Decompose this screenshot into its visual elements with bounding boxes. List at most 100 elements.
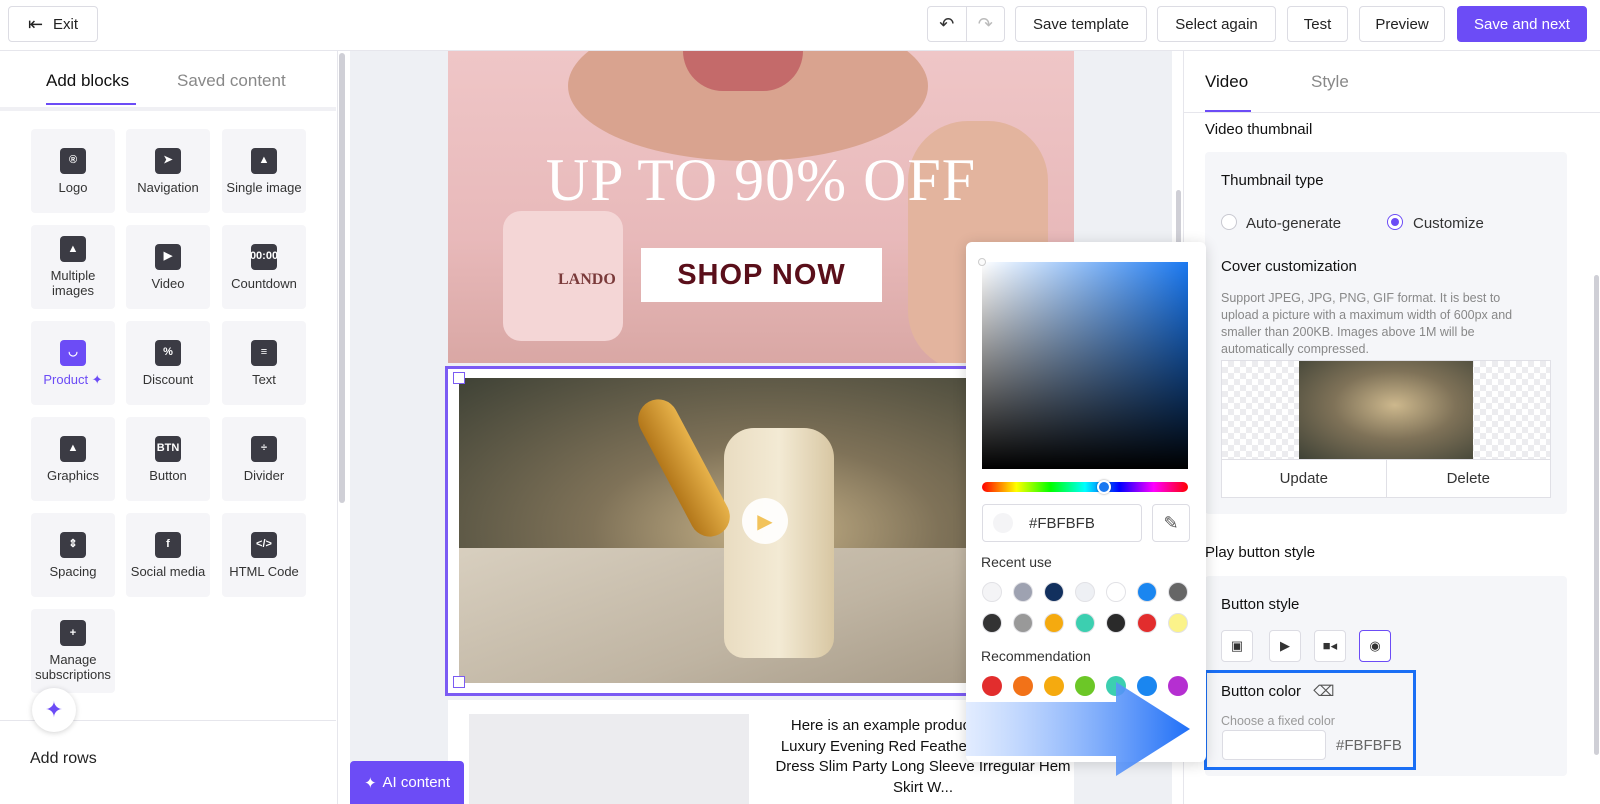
block-logo[interactable]: ® Logo bbox=[31, 129, 115, 213]
save-and-next-button[interactable]: Save and next bbox=[1457, 6, 1587, 42]
saturation-value-area[interactable] bbox=[982, 262, 1188, 469]
block-button[interactable]: BTN Button bbox=[126, 417, 210, 501]
block-label: Divider bbox=[243, 467, 285, 483]
recent-color-swatch[interactable] bbox=[1075, 582, 1095, 602]
recent-color-swatch[interactable] bbox=[1106, 613, 1126, 633]
block-html-code[interactable]: </> HTML Code bbox=[222, 513, 306, 597]
graphics-icon: ▲ bbox=[60, 435, 86, 462]
social-media-icon: f bbox=[155, 531, 181, 558]
recent-color-swatch[interactable] bbox=[1044, 613, 1064, 633]
block-label: Text bbox=[252, 371, 276, 387]
auto-generate-label[interactable]: Auto-generate bbox=[1246, 215, 1341, 232]
button-icon: BTN bbox=[155, 435, 181, 462]
ai-content-label: AI content bbox=[382, 774, 451, 791]
block-discount-tag[interactable]: % Discount bbox=[126, 321, 210, 405]
hex-value: #FBFBFB bbox=[1029, 514, 1095, 532]
block-label: Product ✦ bbox=[43, 371, 103, 387]
block-image[interactable]: ▲ Single image bbox=[222, 129, 306, 213]
product-image[interactable] bbox=[469, 714, 749, 804]
marble-surface bbox=[459, 548, 971, 683]
saturation-cursor[interactable] bbox=[978, 258, 986, 266]
save-template-button[interactable]: Save template bbox=[1015, 6, 1147, 42]
right-scrollbar[interactable] bbox=[1594, 275, 1599, 755]
triangle-play-icon[interactable]: ▶ bbox=[1269, 630, 1301, 662]
recent-color-swatch[interactable] bbox=[1168, 613, 1188, 633]
active-tab-indicator bbox=[1205, 110, 1251, 112]
block-label: Countdown bbox=[231, 275, 297, 291]
shop-now-button[interactable]: SHOP NOW bbox=[641, 248, 882, 302]
delete-button[interactable]: Delete bbox=[1385, 460, 1551, 497]
block-images[interactable]: ▲ Multiple images bbox=[31, 225, 115, 309]
auto-generate-radio[interactable] bbox=[1221, 214, 1237, 230]
play-button-style-heading: Play button style bbox=[1205, 544, 1316, 561]
customize-label[interactable]: Customize bbox=[1413, 215, 1484, 232]
circle-play-icon[interactable]: ◉ bbox=[1359, 630, 1391, 662]
block-countdown[interactable]: 00:00 Countdown bbox=[222, 225, 306, 309]
update-button[interactable]: Update bbox=[1222, 460, 1386, 497]
test-button[interactable]: Test bbox=[1287, 6, 1348, 42]
button-color-highlight bbox=[1204, 670, 1416, 770]
block-social-media[interactable]: f Social media bbox=[126, 513, 210, 597]
camera-icon[interactable]: ■◂ bbox=[1314, 630, 1346, 662]
tab-add-blocks[interactable]: Add blocks bbox=[46, 71, 129, 91]
resize-handle[interactable] bbox=[453, 676, 465, 688]
recent-color-swatch[interactable] bbox=[1168, 582, 1188, 602]
hue-slider[interactable] bbox=[982, 482, 1188, 492]
eyedropper-icon[interactable]: ✎ bbox=[1152, 504, 1190, 542]
block-video[interactable]: ▶ Video bbox=[126, 225, 210, 309]
select-again-button[interactable]: Select again bbox=[1157, 6, 1276, 42]
recent-color-swatch[interactable] bbox=[1013, 613, 1033, 633]
customize-radio[interactable] bbox=[1387, 214, 1403, 230]
recent-color-swatch[interactable] bbox=[1044, 582, 1064, 602]
play-icon[interactable]: ▶ bbox=[742, 498, 788, 544]
recent-color-swatch[interactable] bbox=[1106, 582, 1126, 602]
hue-slider-knob[interactable] bbox=[1097, 480, 1111, 494]
resize-handle[interactable] bbox=[453, 372, 465, 384]
block-navigation[interactable]: ➤ Navigation bbox=[126, 129, 210, 213]
left-scrollbar[interactable] bbox=[339, 53, 345, 503]
color-preview-swatch bbox=[993, 513, 1013, 533]
preview-button[interactable]: Preview bbox=[1359, 6, 1445, 42]
tab-video[interactable]: Video bbox=[1205, 72, 1248, 92]
recent-color-swatch[interactable] bbox=[1013, 582, 1033, 602]
block-divider[interactable]: ÷ Divider bbox=[222, 417, 306, 501]
block-product-bag[interactable]: ◡ Product ✦ bbox=[31, 321, 115, 405]
block-subscriptions[interactable]: + Manage subscriptions bbox=[31, 609, 115, 693]
text-icon: ≡ bbox=[251, 339, 277, 366]
block-label: Spacing bbox=[49, 563, 97, 579]
block-spacing[interactable]: ⇕ Spacing bbox=[31, 513, 115, 597]
button-style-label: Button style bbox=[1221, 596, 1300, 613]
youtube-play-icon[interactable]: ▣ bbox=[1221, 630, 1253, 662]
video-thumbnail-heading: Video thumbnail bbox=[1205, 121, 1313, 138]
recent-color-swatch[interactable] bbox=[1137, 582, 1157, 602]
cover-customization-label: Cover customization bbox=[1221, 258, 1357, 275]
redo-icon[interactable]: ↷ bbox=[965, 7, 1005, 41]
recent-color-swatch[interactable] bbox=[1137, 613, 1157, 633]
block-text[interactable]: ≡ Text bbox=[222, 321, 306, 405]
hero-title: UP TO 90% OFF bbox=[545, 147, 977, 213]
undo-icon[interactable]: ↶ bbox=[928, 7, 966, 41]
tab-style[interactable]: Style bbox=[1311, 72, 1349, 92]
hex-input[interactable]: #FBFBFB bbox=[982, 504, 1142, 542]
tab-saved-content[interactable]: Saved content bbox=[177, 71, 286, 91]
recent-color-swatch[interactable] bbox=[982, 582, 1002, 602]
recent-color-swatch[interactable] bbox=[982, 613, 1002, 633]
undo-redo-group: ↶ ↷ bbox=[927, 6, 1005, 42]
countdown-icon: 00:00 bbox=[250, 243, 278, 270]
add-rows-heading: Add rows bbox=[30, 750, 97, 767]
video-thumbnail[interactable]: ▶ bbox=[459, 378, 971, 683]
annotation-arrow bbox=[966, 682, 1190, 776]
recent-use-label: Recent use bbox=[981, 554, 1052, 570]
block-graphics[interactable]: ▲ Graphics bbox=[31, 417, 115, 501]
recent-color-swatch[interactable] bbox=[1075, 613, 1095, 633]
block-label: Manage subscriptions bbox=[35, 652, 111, 682]
jar-label: LANDO bbox=[558, 271, 616, 288]
exit-button[interactable]: ⇤ Exit bbox=[8, 6, 98, 42]
ai-sparkle-button[interactable]: ✦ bbox=[32, 688, 76, 732]
divider bbox=[1183, 112, 1600, 113]
cover-thumbnail-image bbox=[1299, 361, 1473, 459]
divider-icon: ÷ bbox=[251, 435, 277, 462]
serum-bottle bbox=[724, 428, 834, 658]
block-label: Graphics bbox=[46, 467, 100, 483]
ai-content-button[interactable]: ✦ AI content bbox=[350, 761, 464, 804]
